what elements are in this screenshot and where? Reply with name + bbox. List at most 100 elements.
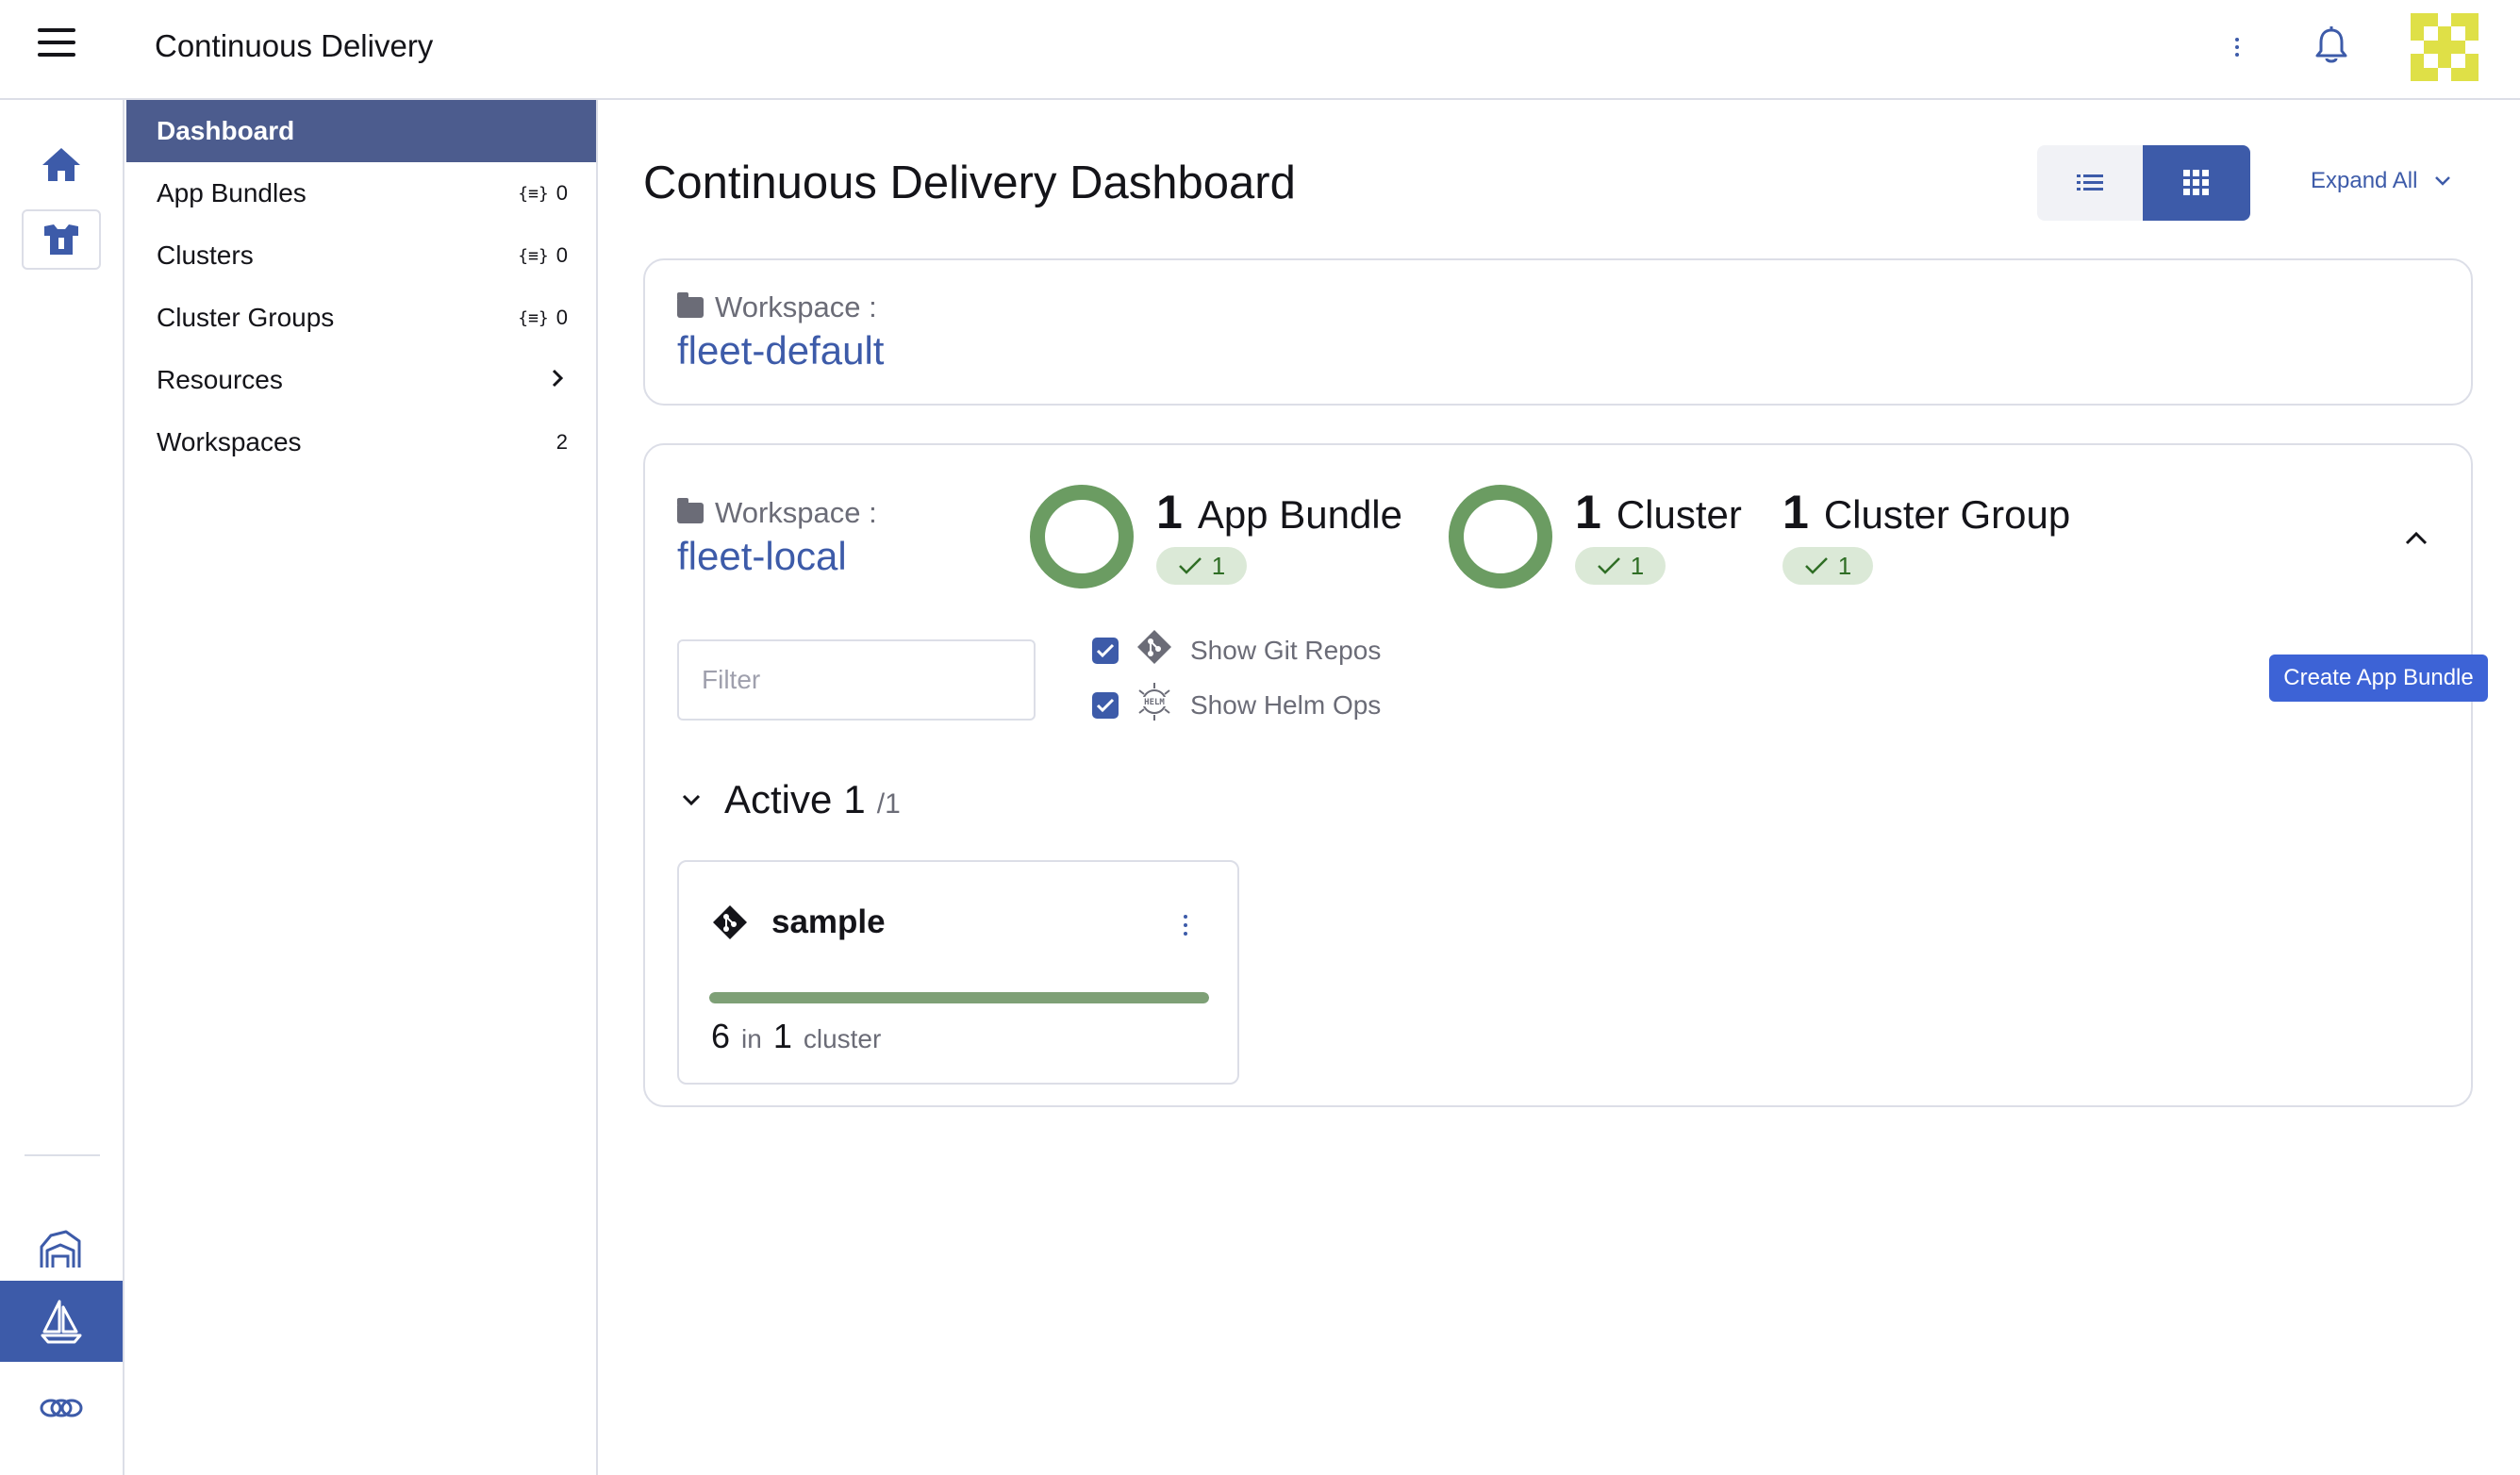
namespace-icon: {≡}: [518, 183, 549, 204]
workspace-label-text: Workspace :: [715, 290, 877, 323]
nav-item-count: 2: [555, 430, 568, 454]
chevron-right-icon: [547, 365, 568, 395]
chevron-down-icon: [2435, 176, 2451, 186]
in-text: in: [741, 1024, 762, 1053]
nav-item-label: Cluster Groups: [157, 303, 335, 332]
active-group-header[interactable]: Active 1 /1: [677, 777, 901, 822]
grid-icon: [2183, 170, 2209, 195]
group-title: Active: [724, 777, 833, 821]
expand-all-button[interactable]: Expand All: [2311, 168, 2451, 194]
stat-label: Cluster: [1616, 492, 1742, 537]
stat-cluster-groups: 1 Cluster Group 1: [1782, 485, 2070, 585]
icon-rail: [0, 100, 124, 1475]
ready-count: 1: [1837, 551, 1852, 580]
bell-icon[interactable]: [2313, 25, 2350, 66]
count-value: 0: [555, 306, 568, 329]
nav-item-resources[interactable]: Resources: [126, 349, 596, 411]
app-bundle-name-link[interactable]: sample: [771, 903, 886, 941]
user-avatar[interactable]: [2411, 13, 2479, 81]
svg-text:HELM: HELM: [1144, 698, 1165, 707]
show-git-repos-label: Show Git Repos: [1190, 635, 1382, 665]
stat-app-bundles: 1 App Bundle 1: [1030, 485, 1402, 588]
stat-label: App Bundle: [1197, 492, 1402, 537]
ready-count: 1: [1630, 551, 1645, 580]
home-icon[interactable]: [0, 136, 123, 192]
count-value: 0: [555, 181, 568, 205]
resource-count: 6: [711, 1017, 731, 1055]
progress-fill: [709, 992, 1209, 1003]
expand-all-label: Expand All: [2311, 168, 2418, 193]
stat-label: Cluster Group: [1823, 492, 2071, 537]
ready-badge: 1: [1782, 547, 1873, 585]
page-title: Continuous Delivery Dashboard: [643, 157, 1296, 208]
nav-item-label: App Bundles: [157, 178, 307, 207]
helm-icon: HELM: [1136, 681, 1173, 729]
barn-icon[interactable]: [0, 1211, 123, 1286]
workspace-name-link[interactable]: fleet-default: [677, 328, 884, 373]
more-options-icon[interactable]: [1179, 911, 1192, 939]
show-helm-ops-label: Show Helm Ops: [1190, 689, 1382, 720]
product-title: Continuous Delivery: [155, 28, 434, 63]
nav-item-count: {≡} 0: [518, 306, 568, 330]
nav-item-app-bundles[interactable]: App Bundles {≡} 0: [126, 162, 596, 224]
list-icon: [2077, 174, 2103, 191]
nav-item-label: Workspaces: [157, 427, 302, 456]
workspace-label: Workspace :: [677, 496, 877, 530]
cluster-count: 1: [772, 1017, 792, 1055]
resource-summary: 6 in 1 cluster: [711, 1017, 881, 1056]
group-count: 1: [843, 777, 866, 821]
namespace-icon: {≡}: [518, 245, 549, 266]
filter-input[interactable]: [677, 639, 1036, 721]
fleet-icon[interactable]: [0, 209, 123, 270]
side-nav: Dashboard App Bundles {≡} 0 Clusters {≡}…: [126, 100, 598, 1475]
app-bundle-card: sample 6 in 1 cluster: [677, 860, 1239, 1085]
ready-count: 1: [1211, 551, 1226, 580]
list-view-button[interactable]: [2037, 145, 2143, 221]
sailboat-icon[interactable]: [0, 1281, 123, 1362]
view-toggle: [2037, 145, 2250, 221]
workspace-card: Workspace : fleet-local 1 App Bundle 1 1…: [643, 443, 2488, 1107]
show-helm-ops-checkbox[interactable]: HELM Show Helm Ops: [1092, 681, 1381, 729]
hamburger-icon[interactable]: [38, 28, 83, 70]
create-app-bundle-button[interactable]: Create App Bundle: [2269, 655, 2488, 702]
chevron-down-icon: [682, 794, 701, 806]
checkbox-checked[interactable]: [1092, 637, 1119, 664]
count-value: 0: [555, 243, 568, 267]
more-options-icon[interactable]: [2228, 32, 2246, 62]
workspace-label-text: Workspace :: [715, 496, 877, 529]
check-icon: [1178, 557, 1202, 574]
nav-item-label: Dashboard: [157, 116, 295, 145]
nav-item-label: Resources: [157, 365, 283, 394]
check-icon: [1804, 557, 1828, 574]
git-icon: [711, 903, 749, 946]
chevron-up-icon[interactable]: [2399, 521, 2433, 555]
workspace-label: Workspace :: [677, 290, 877, 324]
links-icon[interactable]: [0, 1375, 123, 1441]
stat-clusters: 1 Cluster 1: [1449, 485, 1742, 588]
main-content: Continuous Delivery Dashboard Expand All…: [600, 100, 2520, 1475]
resource-progress-bar: [709, 992, 1209, 1003]
rail-divider: [25, 1154, 100, 1156]
status-ring: [1030, 485, 1134, 588]
stat-count: 1: [1782, 486, 1809, 539]
folder-icon: [677, 292, 704, 318]
namespace-icon: {≡}: [518, 307, 549, 328]
nav-item-workspaces[interactable]: Workspaces 2: [126, 411, 596, 473]
nav-item-count: {≡} 0: [518, 243, 568, 268]
show-git-repos-checkbox[interactable]: Show Git Repos: [1092, 628, 1381, 672]
nav-item-label: Clusters: [157, 240, 254, 270]
git-icon: [1136, 628, 1173, 672]
workspace-card: Workspace : fleet-default: [643, 258, 2473, 406]
ready-badge: 1: [1156, 547, 1247, 585]
nav-item-clusters[interactable]: Clusters {≡} 0: [126, 224, 596, 287]
nav-item-dashboard[interactable]: Dashboard: [126, 100, 596, 162]
group-total: /1: [876, 788, 901, 820]
ready-badge: 1: [1575, 547, 1666, 585]
checkbox-checked[interactable]: [1092, 691, 1119, 719]
nav-item-count: {≡} 0: [518, 181, 568, 206]
nav-item-cluster-groups[interactable]: Cluster Groups {≡} 0: [126, 287, 596, 349]
workspace-name-link[interactable]: fleet-local: [677, 534, 847, 579]
top-header: Continuous Delivery: [0, 0, 2520, 100]
grid-view-button[interactable]: [2143, 145, 2250, 221]
check-icon: [1597, 557, 1620, 574]
